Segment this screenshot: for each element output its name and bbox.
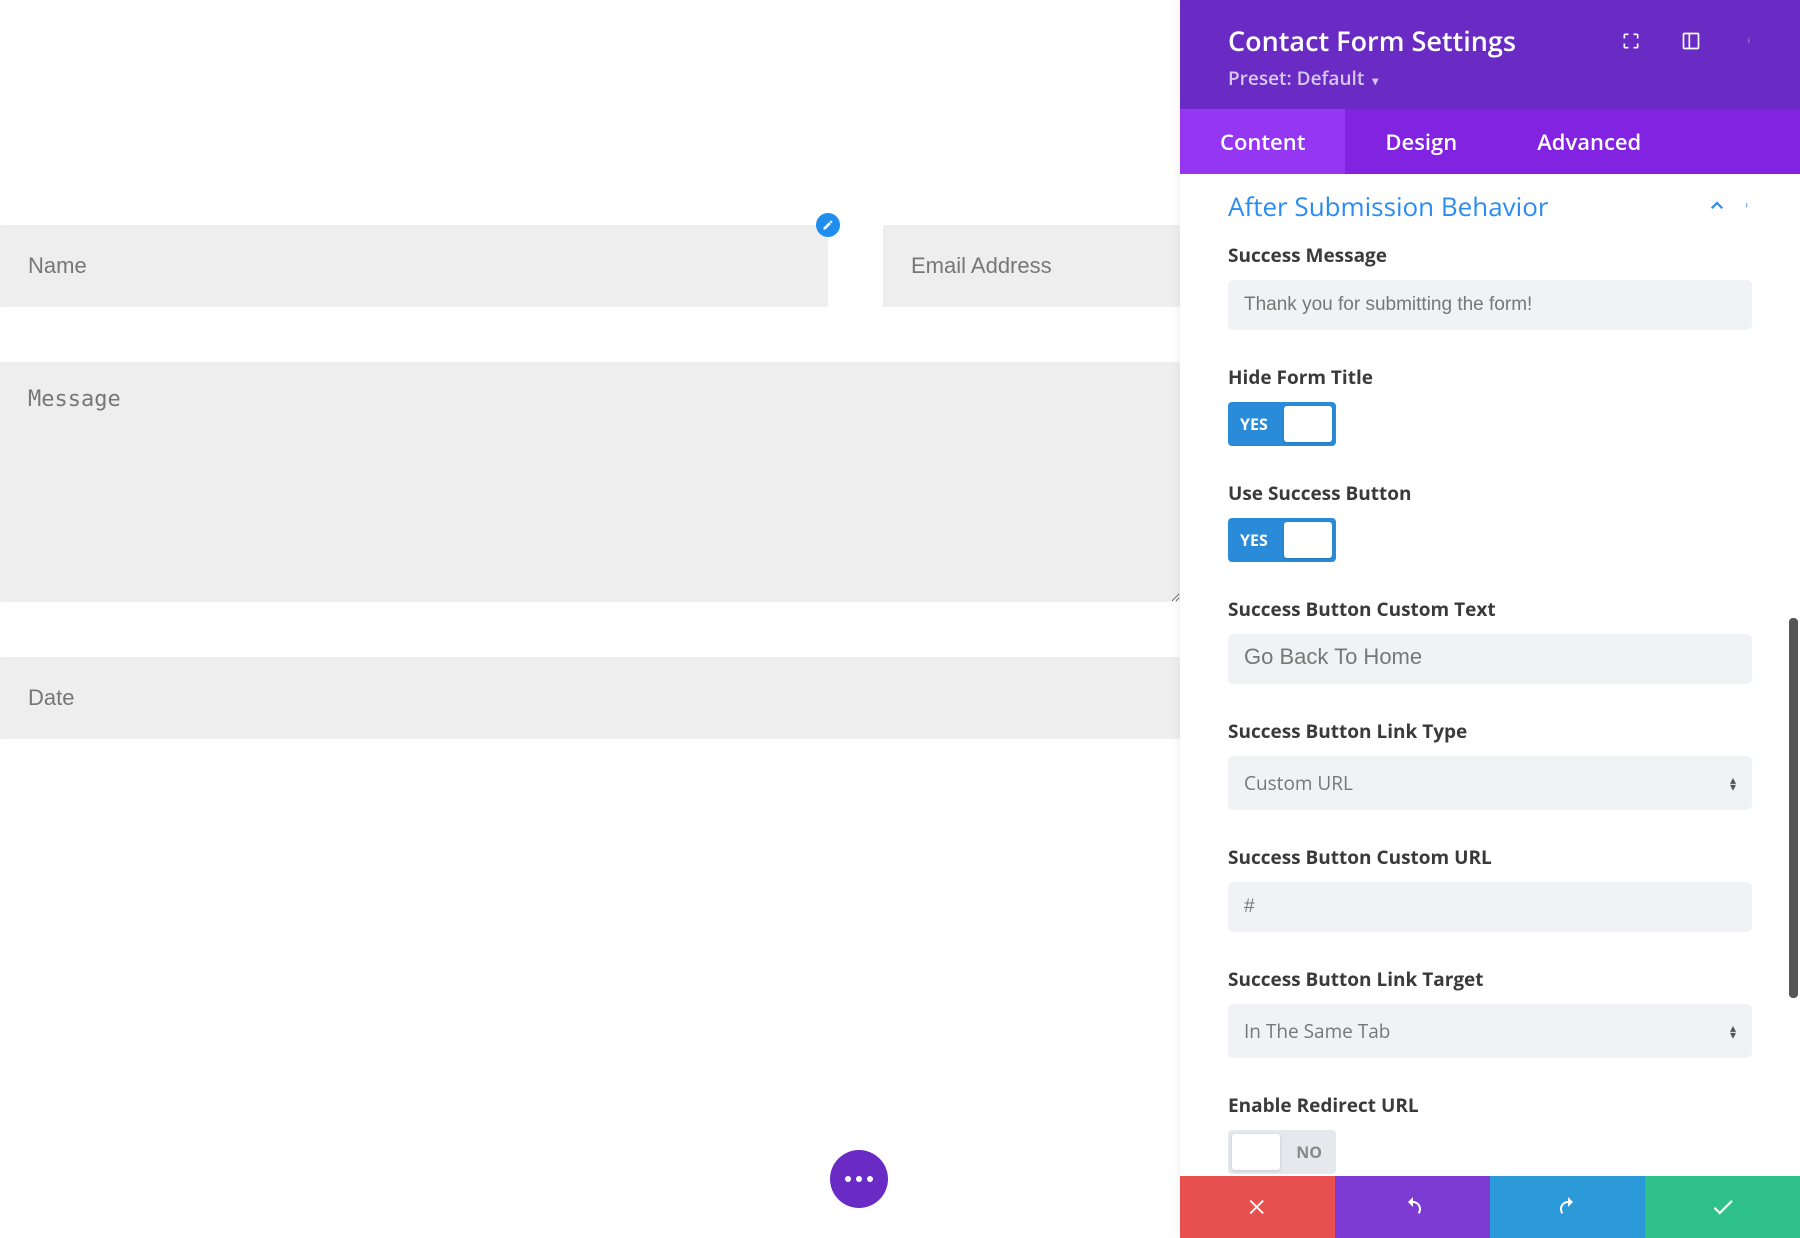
- toggle-knob: [1232, 1134, 1280, 1170]
- ctl-label: Success Button Custom URL: [1228, 844, 1752, 870]
- ctl-label: Success Button Link Type: [1228, 718, 1752, 744]
- tab-content[interactable]: Content: [1180, 109, 1345, 174]
- enable-redirect-url-toggle[interactable]: NO: [1228, 1130, 1336, 1174]
- ctl-success-message: Success Message: [1228, 242, 1752, 330]
- undo-button[interactable]: [1335, 1176, 1490, 1238]
- section-title: After Submission Behavior: [1228, 188, 1548, 224]
- snap-left-icon[interactable]: [1680, 30, 1702, 52]
- success-btn-text-input[interactable]: [1228, 634, 1752, 684]
- dot-icon: [856, 1176, 862, 1182]
- message-field[interactable]: [0, 362, 1180, 602]
- redo-icon: [1556, 1195, 1580, 1219]
- ctl-label: Hide Form Title: [1228, 364, 1752, 390]
- toggle-text: YES: [1240, 413, 1268, 435]
- ctl-label: Use Success Button: [1228, 480, 1752, 506]
- success-btn-link-target-select[interactable]: In The Same Tab: [1228, 1004, 1752, 1058]
- edit-field-badge[interactable]: [816, 213, 840, 237]
- success-btn-link-type-select[interactable]: Custom URL: [1228, 756, 1752, 810]
- ctl-label: Success Button Custom Text: [1228, 596, 1752, 622]
- ctl-success-btn-custom-url: Success Button Custom URL: [1228, 844, 1752, 932]
- ctl-success-btn-link-type: Success Button Link Type Custom URL ▴▾: [1228, 718, 1752, 810]
- tab-design[interactable]: Design: [1345, 109, 1497, 174]
- email-field[interactable]: [883, 225, 1180, 307]
- panel-header-icons: [1620, 30, 1762, 52]
- preset-dropdown[interactable]: Preset: Default ▾: [1228, 65, 1766, 91]
- toggle-text: NO: [1296, 1141, 1322, 1163]
- caret-down-icon: ▾: [1372, 72, 1378, 89]
- expand-icon[interactable]: [1620, 30, 1642, 52]
- ctl-hide-form-title: Hide Form Title YES: [1228, 364, 1752, 446]
- name-field[interactable]: [0, 225, 828, 307]
- panel-footer: [1180, 1176, 1800, 1238]
- ctl-label: Success Message: [1228, 242, 1752, 268]
- success-message-input[interactable]: [1228, 280, 1752, 330]
- section-actions: [1708, 197, 1752, 215]
- toggle-text: YES: [1240, 529, 1268, 551]
- field-name-wrap: [0, 225, 828, 307]
- ctl-success-btn-link-target: Success Button Link Target In The Same T…: [1228, 966, 1752, 1058]
- dot-icon: [845, 1176, 851, 1182]
- cancel-button[interactable]: [1180, 1176, 1335, 1238]
- date-field[interactable]: [0, 657, 1180, 739]
- preset-label: Preset: Default: [1228, 65, 1364, 91]
- scrollbar-thumb[interactable]: [1789, 618, 1798, 998]
- section-header[interactable]: After Submission Behavior: [1228, 188, 1752, 224]
- chevron-up-icon[interactable]: [1708, 197, 1726, 215]
- confirm-button[interactable]: [1645, 1176, 1800, 1238]
- ctl-enable-redirect-url: Enable Redirect URL NO: [1228, 1092, 1752, 1174]
- undo-icon: [1401, 1195, 1425, 1219]
- check-icon: [1710, 1194, 1736, 1220]
- success-btn-custom-url-input[interactable]: [1228, 882, 1752, 932]
- panel-body: After Submission Behavior Success Messag…: [1180, 174, 1800, 1176]
- close-icon: [1247, 1196, 1269, 1218]
- toggle-knob: [1284, 406, 1332, 442]
- ctl-success-btn-text: Success Button Custom Text: [1228, 596, 1752, 684]
- redo-button[interactable]: [1490, 1176, 1645, 1238]
- form-canvas: [0, 0, 1180, 1238]
- panel-tabs: Content Design Advanced: [1180, 109, 1800, 174]
- toggle-knob: [1284, 522, 1332, 558]
- use-success-button-toggle[interactable]: YES: [1228, 518, 1336, 562]
- panel-header: Contact Form Settings Preset: Default ▾: [1180, 0, 1800, 109]
- pencil-icon: [822, 219, 834, 231]
- page-actions-fab[interactable]: [830, 1150, 888, 1208]
- dot-icon: [867, 1176, 873, 1182]
- ctl-label: Enable Redirect URL: [1228, 1092, 1752, 1118]
- tab-advanced[interactable]: Advanced: [1497, 109, 1681, 174]
- ctl-use-success-button: Use Success Button YES: [1228, 480, 1752, 562]
- ctl-label: Success Button Link Target: [1228, 966, 1752, 992]
- hide-form-title-toggle[interactable]: YES: [1228, 402, 1336, 446]
- section-more-icon[interactable]: [1746, 197, 1752, 215]
- more-icon[interactable]: [1740, 30, 1762, 52]
- settings-panel: Contact Form Settings Preset: Default ▾ …: [1180, 0, 1800, 1238]
